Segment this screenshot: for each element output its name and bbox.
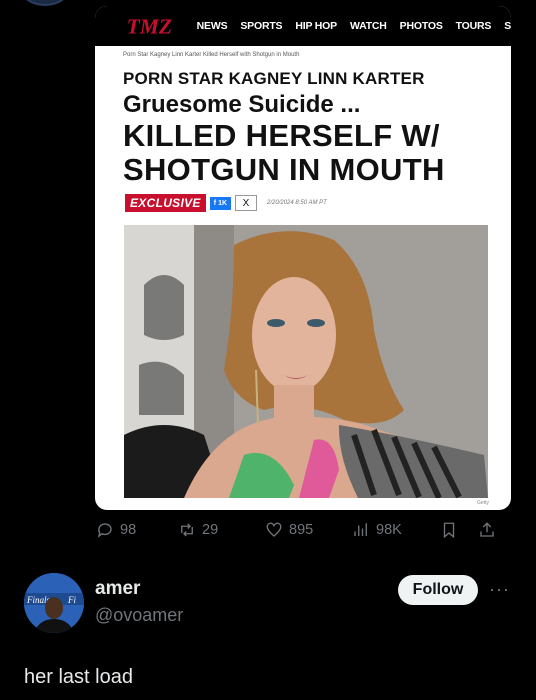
x-share-icon: X xyxy=(235,195,258,211)
more-options-icon[interactable]: ··· xyxy=(489,580,510,598)
reply-handle[interactable]: @ovoamer xyxy=(95,605,183,626)
tmz-header: TMZ NEWS SPORTS HIP HOP WATCH PHOTOS TOU… xyxy=(95,6,511,46)
article-timestamp: 2/20/2024 8:50 AM PT xyxy=(267,200,327,206)
article-photo xyxy=(124,225,488,498)
view-count: 98K xyxy=(376,522,402,538)
repost-button[interactable]: 29 xyxy=(178,521,265,539)
share-icon xyxy=(480,522,494,537)
heart-icon xyxy=(266,522,282,537)
reply-button[interactable]: 98 xyxy=(96,521,178,539)
facebook-share: f 1K xyxy=(209,196,232,210)
repost-count: 29 xyxy=(202,522,219,538)
views-icon xyxy=(354,523,367,536)
svg-text:Fi: Fi xyxy=(67,595,76,605)
svg-text:TMZ: TMZ xyxy=(127,14,172,38)
headline-line-3: KILLED HERSELF W/ xyxy=(123,118,440,153)
nav-item-photos: PHOTOS xyxy=(399,20,443,32)
views-button[interactable]: 98K xyxy=(352,521,440,539)
reply-count: 98 xyxy=(120,522,137,538)
headline: PORN STAR KAGNEY LINN KARTER Gruesome Su… xyxy=(123,68,503,187)
like-button[interactable]: 895 xyxy=(265,521,352,539)
reply-icon xyxy=(97,523,112,538)
nav-item-news: NEWS xyxy=(196,20,228,32)
avatar[interactable]: Finals Fi xyxy=(24,573,84,633)
facebook-share-count: 1K xyxy=(218,199,228,207)
article-meta: EXCLUSIVE f 1K X 2/20/2024 8:50 AM PT xyxy=(125,194,327,212)
repost-icon xyxy=(181,523,193,537)
article-image-card[interactable]: TMZ NEWS SPORTS HIP HOP WATCH PHOTOS TOU… xyxy=(95,6,511,510)
breadcrumb: Porn Star Kagney Linn Karter Killed Hers… xyxy=(123,52,300,58)
exclusive-badge: EXCLUSIVE xyxy=(125,194,206,212)
photo-credit: Getty xyxy=(477,500,489,506)
tmz-logo: TMZ xyxy=(127,14,172,38)
share-button[interactable] xyxy=(478,521,504,539)
reply-display-name[interactable]: amer xyxy=(95,578,140,600)
follow-button[interactable]: Follow xyxy=(398,575,478,605)
bookmark-icon xyxy=(443,522,455,539)
nav-item-sports: SPORTS xyxy=(240,20,283,32)
facebook-icon: f xyxy=(213,199,217,207)
previous-avatar[interactable] xyxy=(20,0,70,6)
headline-line-1: PORN STAR KAGNEY LINN KARTER xyxy=(123,69,425,88)
headline-line-2: Gruesome Suicide ... xyxy=(123,91,361,118)
tweet-action-bar: 98 29 895 98K xyxy=(96,518,508,542)
nav-item-s: S xyxy=(504,20,511,32)
nav-item-watch: WATCH xyxy=(349,20,387,32)
tmz-nav: NEWS SPORTS HIP HOP WATCH PHOTOS TOURS S xyxy=(197,20,511,32)
headline-line-4: SHOTGUN IN MOUTH xyxy=(123,152,445,187)
nav-item-hiphop: HIP HOP xyxy=(295,20,337,32)
like-count: 895 xyxy=(289,522,314,538)
reply-text: her last load xyxy=(24,666,133,688)
nav-item-tours: TOURS xyxy=(455,20,492,32)
bookmark-button[interactable] xyxy=(440,521,478,539)
